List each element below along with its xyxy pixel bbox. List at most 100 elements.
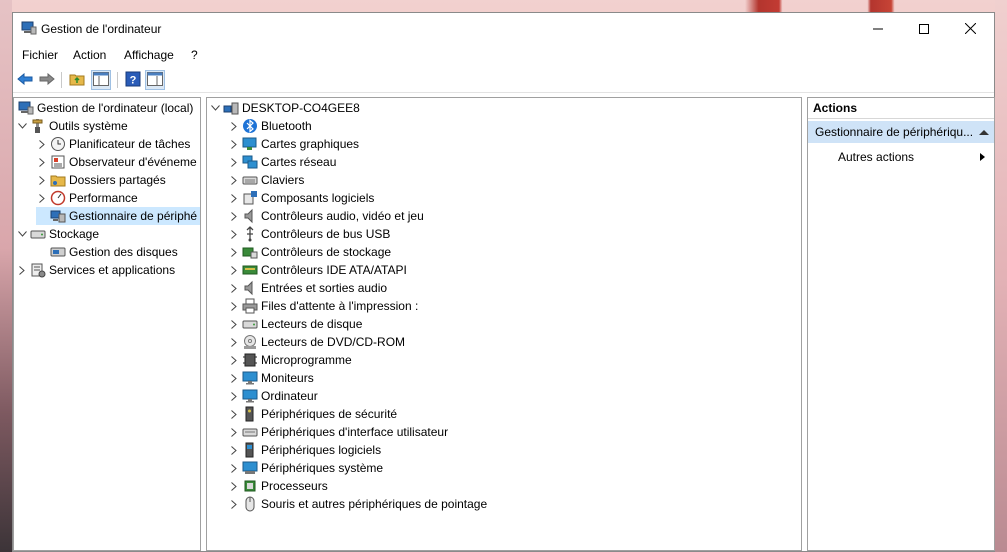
- device-category-item[interactable]: Cartes graphiques: [228, 135, 359, 153]
- tree-item-shared-folders[interactable]: Dossiers partagés: [36, 171, 166, 189]
- device-category-label: Composants logiciels: [261, 191, 375, 205]
- help-button[interactable]: ?: [123, 70, 143, 90]
- tree-item-system-tools[interactable]: Outils système: [16, 117, 128, 135]
- device-category-item[interactable]: Claviers: [228, 171, 304, 189]
- chevron-right-icon[interactable]: [228, 153, 240, 171]
- tree-item-storage[interactable]: Stockage: [16, 225, 99, 243]
- chevron-right-icon[interactable]: [36, 135, 48, 153]
- close-button[interactable]: [947, 13, 993, 44]
- chevron-right-icon[interactable]: [36, 189, 48, 207]
- chevron-right-icon[interactable]: [228, 225, 240, 243]
- chevron-right-icon[interactable]: [228, 369, 240, 387]
- chevron-right-icon[interactable]: [228, 243, 240, 261]
- actions-header: Actions: [808, 98, 994, 119]
- device-category-label: Contrôleurs audio, vidéo et jeu: [261, 209, 424, 223]
- chevron-right-icon[interactable]: [228, 207, 240, 225]
- minimize-button[interactable]: [855, 13, 901, 44]
- folder-up-icon: [69, 71, 85, 90]
- chevron-right-icon[interactable]: [228, 297, 240, 315]
- menu-help[interactable]: ?: [191, 48, 198, 62]
- chevron-right-icon[interactable]: [228, 405, 240, 423]
- title-bar[interactable]: Gestion de l'ordinateur: [13, 13, 994, 44]
- tree-item-disk-management[interactable]: Gestion des disques: [36, 243, 178, 261]
- menu-affichage[interactable]: Affichage: [124, 48, 174, 62]
- device-category-item[interactable]: Contrôleurs IDE ATA/ATAPI: [228, 261, 407, 279]
- system-device-icon: [242, 460, 258, 476]
- device-category-item[interactable]: Lecteurs de disque: [228, 315, 362, 333]
- device-category-item[interactable]: Contrôleurs de stockage: [228, 243, 391, 261]
- device-category-item[interactable]: Processeurs: [228, 477, 328, 495]
- device-category-item[interactable]: Contrôleurs audio, vidéo et jeu: [228, 207, 424, 225]
- disk-management-icon: [50, 244, 66, 260]
- device-category-item[interactable]: Périphériques système: [228, 459, 383, 477]
- chevron-right-icon[interactable]: [228, 423, 240, 441]
- chevron-right-icon[interactable]: [228, 279, 240, 297]
- device-category-item[interactable]: Cartes réseau: [228, 153, 336, 171]
- device-category-item[interactable]: Périphériques logiciels: [228, 441, 381, 459]
- chevron-right-icon[interactable]: [36, 171, 48, 189]
- more-actions-item[interactable]: Autres actions: [838, 148, 986, 166]
- chevron-right-icon[interactable]: [228, 261, 240, 279]
- chevron-right-icon[interactable]: [16, 261, 28, 279]
- device-category-item[interactable]: Lecteurs de DVD/CD-ROM: [228, 333, 405, 351]
- device-category-item[interactable]: Souris et autres périphériques de pointa…: [228, 495, 487, 513]
- chevron-down-icon[interactable]: [16, 117, 28, 135]
- chevron-right-icon[interactable]: [228, 495, 240, 513]
- show-hide-action-pane-button[interactable]: [145, 70, 165, 90]
- device-category-label: Claviers: [261, 173, 305, 187]
- device-category-item[interactable]: Entrées et sorties audio: [228, 279, 387, 297]
- chevron-right-icon[interactable]: [228, 351, 240, 369]
- chevron-down-icon[interactable]: [209, 99, 221, 117]
- software-component-icon: [242, 190, 258, 206]
- toolbar-separator: [61, 72, 62, 88]
- menu-action[interactable]: Action: [73, 48, 106, 62]
- tree-item-device-manager[interactable]: Gestionnaire de périphé: [36, 207, 200, 225]
- chevron-right-icon[interactable]: [228, 441, 240, 459]
- actions-section-device-manager[interactable]: Gestionnaire de périphériqu...: [808, 121, 994, 143]
- device-category-item[interactable]: Composants logiciels: [228, 189, 374, 207]
- forward-button[interactable]: [37, 70, 57, 90]
- chevron-right-icon[interactable]: [228, 477, 240, 495]
- services-icon: [30, 262, 46, 278]
- tree-item-computer-management[interactable]: Gestion de l'ordinateur (local): [16, 99, 193, 117]
- device-category-item[interactable]: Contrôleurs de bus USB: [228, 225, 390, 243]
- chevron-down-icon[interactable]: [16, 225, 28, 243]
- tree-item-task-scheduler[interactable]: Planificateur de tâches: [36, 135, 190, 153]
- device-category-label: Contrôleurs de stockage: [261, 245, 392, 259]
- device-category-item[interactable]: Microprogramme: [228, 351, 352, 369]
- chevron-right-icon[interactable]: [228, 459, 240, 477]
- security-device-icon: [242, 406, 258, 422]
- chevron-right-icon[interactable]: [228, 189, 240, 207]
- chevron-right-icon[interactable]: [228, 315, 240, 333]
- computer-management-window: Gestion de l'ordinateur Fichier Action A…: [12, 12, 995, 552]
- device-category-item[interactable]: Périphériques d'interface utilisateur: [228, 423, 448, 441]
- chevron-right-icon[interactable]: [228, 387, 240, 405]
- device-manager-icon: [50, 208, 66, 224]
- device-category-item[interactable]: Périphériques de sécurité: [228, 405, 397, 423]
- tree-item-performance[interactable]: Performance: [36, 189, 138, 207]
- help-icon: ?: [125, 71, 141, 90]
- device-category-item[interactable]: Moniteurs: [228, 369, 314, 387]
- ide-controller-icon: [242, 262, 258, 278]
- back-button[interactable]: [15, 70, 35, 90]
- network-adapter-icon: [242, 154, 258, 170]
- chevron-right-icon[interactable]: [36, 153, 48, 171]
- up-folder-button[interactable]: [67, 70, 87, 90]
- device-tree-root[interactable]: DESKTOP-CO4GEE8: [209, 99, 360, 117]
- computer-management-icon: [18, 100, 34, 116]
- tree-item-event-viewer[interactable]: Observateur d'événeme: [36, 153, 197, 171]
- chevron-right-icon[interactable]: [228, 135, 240, 153]
- device-category-item[interactable]: Files d'attente à l'impression :: [228, 297, 418, 315]
- menu-fichier[interactable]: Fichier: [22, 48, 58, 62]
- computer-icon: [242, 388, 258, 404]
- chevron-right-icon[interactable]: [228, 333, 240, 351]
- device-category-item[interactable]: Ordinateur: [228, 387, 318, 405]
- triangle-up-icon[interactable]: [979, 121, 989, 150]
- tree-item-services-applications[interactable]: Services et applications: [16, 261, 175, 279]
- show-hide-console-tree-button[interactable]: [91, 70, 111, 90]
- chevron-right-icon[interactable]: [228, 171, 240, 189]
- maximize-button[interactable]: [901, 13, 947, 44]
- console-tree-pane: Gestion de l'ordinateur (local) Outils s…: [13, 97, 201, 551]
- chevron-right-icon[interactable]: [228, 117, 240, 135]
- device-category-item[interactable]: Bluetooth: [228, 117, 312, 135]
